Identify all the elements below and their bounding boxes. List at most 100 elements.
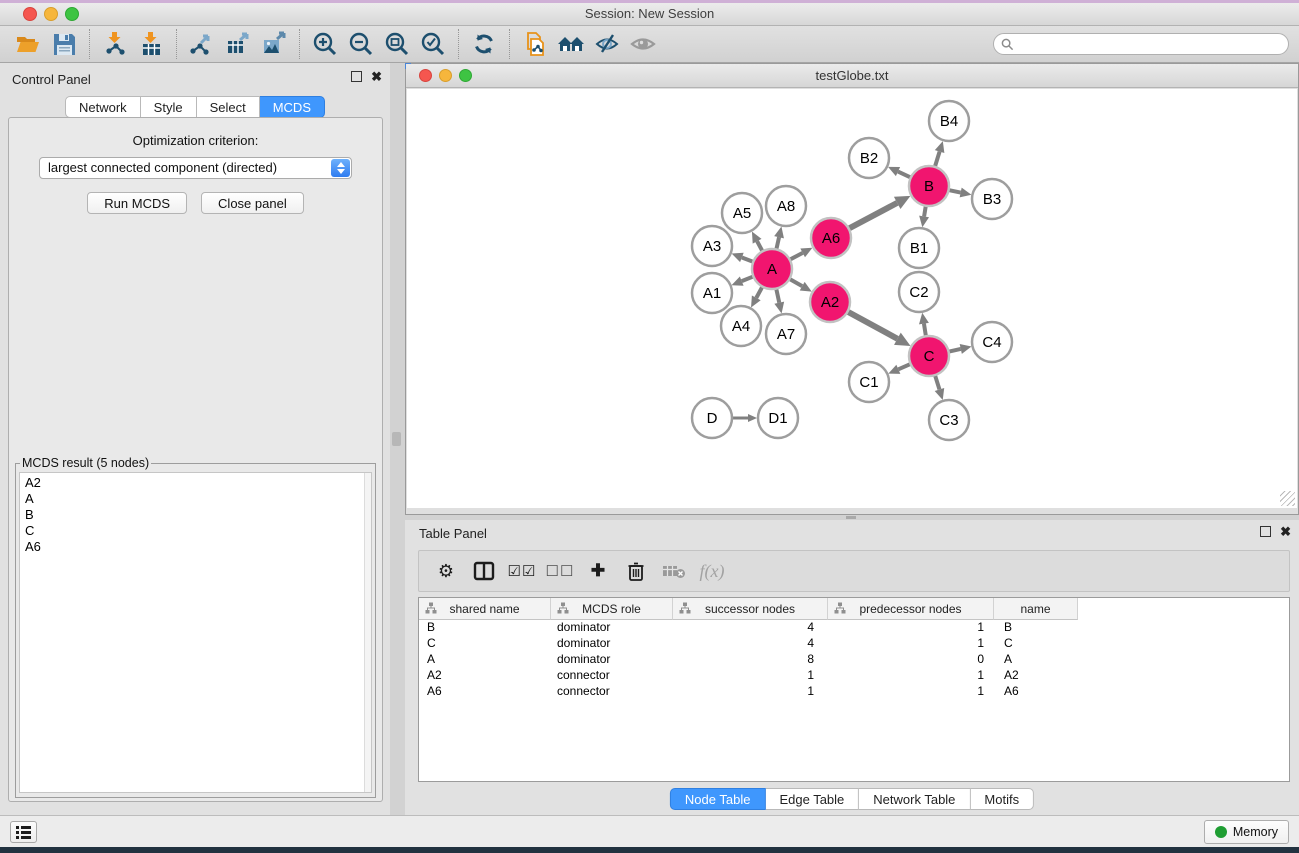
edge-A-A1[interactable] xyxy=(742,276,754,281)
table-row[interactable]: Bdominator41B xyxy=(419,620,1289,636)
edge-C-C1[interactable] xyxy=(898,364,910,369)
zoom-fit-button[interactable] xyxy=(379,28,415,60)
task-history-button[interactable] xyxy=(10,821,37,843)
table-cell[interactable]: 4 xyxy=(673,636,828,652)
table-cell[interactable]: A6 xyxy=(419,684,551,700)
node-C3[interactable]: C3 xyxy=(929,400,969,440)
memory-button[interactable]: Memory xyxy=(1204,820,1289,844)
node-A4[interactable]: A4 xyxy=(721,306,761,346)
vertical-splitter[interactable] xyxy=(390,63,405,815)
edge-A-A7[interactable] xyxy=(776,289,779,303)
close-window-button[interactable] xyxy=(23,7,37,21)
export-image-button[interactable] xyxy=(256,28,292,60)
edge-A2-C[interactable] xyxy=(848,312,898,339)
table-cell[interactable]: 1 xyxy=(673,684,828,700)
table-cell[interactable]: 1 xyxy=(673,668,828,684)
table-cell[interactable]: 8 xyxy=(673,652,828,668)
search-input[interactable] xyxy=(1018,35,1288,53)
node-B2[interactable]: B2 xyxy=(849,138,889,178)
table-cell[interactable]: C xyxy=(419,636,551,652)
maximize-window-button[interactable] xyxy=(65,7,79,21)
tab-mcds[interactable]: MCDS xyxy=(260,96,325,118)
node-B3[interactable]: B3 xyxy=(972,179,1012,219)
refresh-button[interactable] xyxy=(466,28,502,60)
node-A[interactable]: A xyxy=(752,249,792,289)
eye-button[interactable] xyxy=(625,28,661,60)
table-row[interactable]: A6connector11A6 xyxy=(419,684,1289,700)
save-session-button[interactable] xyxy=(46,28,82,60)
function-builder-button[interactable]: f(x) xyxy=(695,555,729,587)
node-C1[interactable]: C1 xyxy=(849,362,889,402)
float-panel-icon[interactable] xyxy=(351,71,362,82)
new-network-from-selection-button[interactable] xyxy=(517,28,553,60)
minimize-window-button[interactable] xyxy=(44,7,58,21)
split-panel-button[interactable] xyxy=(467,555,501,587)
network-maximize-button[interactable] xyxy=(459,69,472,82)
add-row-button[interactable]: ✚ xyxy=(581,555,615,587)
edge-C-C4[interactable] xyxy=(949,349,961,352)
splitter-handle[interactable] xyxy=(392,432,401,446)
resize-grip-icon[interactable] xyxy=(1280,491,1295,506)
network-minimize-button[interactable] xyxy=(439,69,452,82)
network-close-button[interactable] xyxy=(419,69,432,82)
result-item[interactable]: C xyxy=(25,523,366,539)
table-cell[interactable]: connector xyxy=(551,668,673,684)
export-table-button[interactable] xyxy=(220,28,256,60)
tab-network-table[interactable]: Network Table xyxy=(859,788,970,810)
table-cell[interactable]: C xyxy=(994,636,1078,652)
table-cell[interactable]: dominator xyxy=(551,620,673,636)
close-panel-icon[interactable]: ✖ xyxy=(1280,526,1291,537)
table-cell[interactable]: B xyxy=(419,620,551,636)
table-cell[interactable]: dominator xyxy=(551,652,673,668)
open-session-button[interactable] xyxy=(10,28,46,60)
float-panel-icon[interactable] xyxy=(1260,526,1271,537)
table-cell[interactable]: 1 xyxy=(828,636,994,652)
search-field[interactable] xyxy=(993,33,1289,55)
node-A5[interactable]: A5 xyxy=(722,193,762,233)
tab-motifs[interactable]: Motifs xyxy=(970,788,1034,810)
result-item[interactable]: B xyxy=(25,507,366,523)
optimization-criterion-select[interactable]: largest connected component (directed) xyxy=(39,157,352,179)
edge-B-B3[interactable] xyxy=(949,190,961,192)
node-A8[interactable]: A8 xyxy=(766,186,806,226)
tab-select[interactable]: Select xyxy=(197,96,260,118)
edge-A-A5[interactable] xyxy=(757,241,762,251)
edge-B-B1[interactable] xyxy=(924,206,926,217)
select-all-button[interactable]: ☑☑ xyxy=(505,555,539,587)
edge-B-B4[interactable] xyxy=(935,152,940,167)
result-item[interactable]: A2 xyxy=(25,475,366,491)
table-cell[interactable]: 4 xyxy=(673,620,828,636)
node-C2[interactable]: C2 xyxy=(899,272,939,312)
column-header-successor-nodes[interactable]: successor nodes xyxy=(673,598,828,620)
export-network-button[interactable] xyxy=(184,28,220,60)
home-button[interactable] xyxy=(553,28,589,60)
run-mcds-button[interactable]: Run MCDS xyxy=(87,192,187,214)
splitter-handle[interactable] xyxy=(846,516,856,519)
delete-row-button[interactable] xyxy=(619,555,653,587)
edge-A-A6[interactable] xyxy=(790,253,803,260)
node-A1[interactable]: A1 xyxy=(692,273,732,313)
zoom-in-button[interactable] xyxy=(307,28,343,60)
edge-A-A8[interactable] xyxy=(776,237,779,249)
column-header-mcds-role[interactable]: MCDS role xyxy=(551,598,673,620)
close-panel-button[interactable]: Close panel xyxy=(201,192,304,214)
tab-node-table[interactable]: Node Table xyxy=(670,788,766,810)
column-settings-button[interactable]: ⚙ xyxy=(429,555,463,587)
edge-C-C2[interactable] xyxy=(924,324,926,337)
node-D1[interactable]: D1 xyxy=(758,398,798,438)
edge-A-A2[interactable] xyxy=(789,279,802,286)
column-header-shared-name[interactable]: shared name xyxy=(419,598,551,620)
node-C4[interactable]: C4 xyxy=(972,322,1012,362)
node-B[interactable]: B xyxy=(909,166,949,206)
table-row[interactable]: Cdominator41C xyxy=(419,636,1289,652)
result-item[interactable]: A6 xyxy=(25,539,366,555)
node-A7[interactable]: A7 xyxy=(766,314,806,354)
zoom-selected-button[interactable] xyxy=(415,28,451,60)
zoom-out-button[interactable] xyxy=(343,28,379,60)
network-window-titlebar[interactable]: testGlobe.txt xyxy=(406,64,1298,88)
edge-C-C3[interactable] xyxy=(935,375,939,389)
table-cell[interactable]: A2 xyxy=(994,668,1078,684)
node-C[interactable]: C xyxy=(909,336,949,376)
tab-edge-table[interactable]: Edge Table xyxy=(765,788,859,810)
table-cell[interactable]: 0 xyxy=(828,652,994,668)
